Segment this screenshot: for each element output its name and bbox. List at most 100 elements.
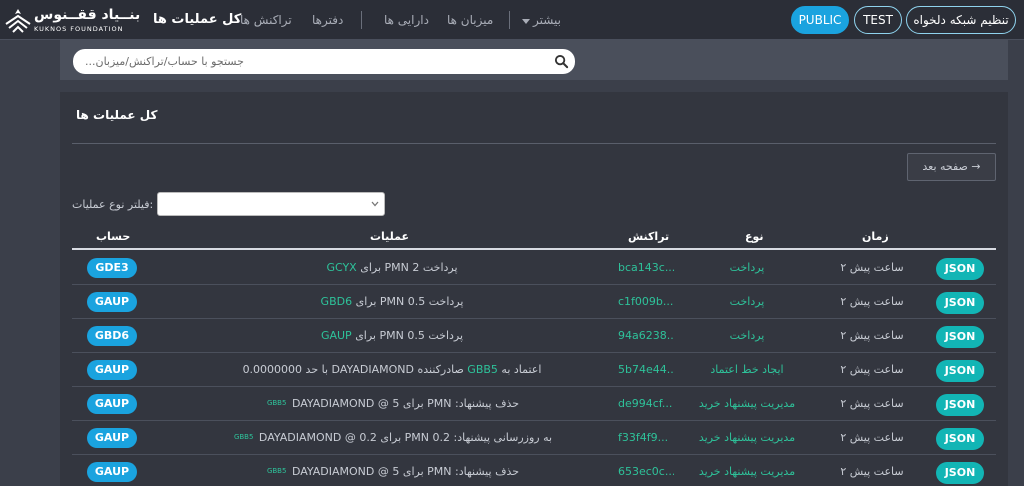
operation-type-link[interactable]: مدیریت پیشنهاد خرید — [682, 387, 812, 420]
account-badge[interactable]: GAUP — [87, 462, 137, 482]
brand-name-en: KUKNOS FOUNDATION — [34, 25, 124, 33]
nav-divider — [361, 11, 362, 29]
col-header-account: حساب — [96, 230, 131, 243]
operation-text: اعتماد به — [501, 363, 542, 376]
operation-text: پرداخت 0.5 PMN برای — [355, 295, 464, 308]
kuknos-logo-icon — [5, 9, 31, 33]
nav-assets[interactable]: دارایی ها — [384, 0, 429, 40]
operation-cell: حذف پیشنهاد: PMN برای 5 @ GBB5 DAYADIAMO… — [222, 455, 562, 486]
account-badge[interactable]: GBD6 — [87, 326, 137, 346]
operation-text: پرداخت 2 PMN برای — [360, 261, 458, 274]
brand-logo[interactable]: بنــیاد ققــنوس KUKNOS FOUNDATION — [4, 4, 140, 36]
filter-label: فیلتر نوع عملیات: — [72, 198, 154, 211]
operation-type-link[interactable]: مدیریت پیشنهاد خرید — [682, 421, 812, 454]
nav-transactions[interactable]: تراکنش ها — [240, 0, 292, 40]
search-icon[interactable] — [554, 54, 569, 69]
transaction-link[interactable]: bca143c... — [618, 251, 674, 284]
nav-more-label: بیشتر — [533, 13, 561, 27]
time-cell: ساعت پیش ۲ — [840, 397, 904, 410]
asset-issuer-tag[interactable]: GBB5 — [267, 399, 286, 407]
table-header-line — [72, 248, 996, 250]
json-button[interactable]: JSON — [936, 258, 984, 280]
operation-type-link[interactable]: مدیریت پیشنهاد خرید — [682, 455, 812, 486]
table-row: GDE3 پرداخت 2 PMN برای GCYX bca143c... پردا… — [72, 251, 996, 285]
account-badge[interactable]: GDE3 — [87, 258, 137, 278]
operation-text: پرداخت 0.5 PMN برای — [355, 329, 464, 342]
json-button[interactable]: JSON — [936, 462, 984, 484]
transaction-link[interactable]: de994cf... — [618, 387, 674, 420]
top-navbar: بنــیاد ققــنوس KUKNOS FOUNDATION کل عمل… — [0, 0, 1024, 40]
operation-type-select[interactable] — [157, 192, 385, 216]
operation-type-link[interactable]: ایجاد خط اعتماد — [682, 353, 812, 386]
time-cell: ساعت پیش ۲ — [840, 295, 904, 308]
table-row: GBD6 پرداخت 0.5 PMN برای GAUP 94a6238... پر… — [72, 319, 996, 353]
operation-text-suffix: DAYADIAMOND — [258, 431, 342, 444]
network-test-button[interactable]: TEST — [854, 6, 902, 34]
json-button[interactable]: JSON — [936, 292, 984, 314]
transaction-link[interactable]: 5b74e44... — [618, 353, 674, 386]
operation-cell: پرداخت 0.5 PMN برای GAUP — [222, 319, 562, 352]
brand-name-fa: بنــیاد ققــنوس — [34, 7, 141, 23]
account-link[interactable]: GBD6 — [321, 295, 353, 308]
transaction-link[interactable]: c1f009b... — [618, 285, 674, 318]
table-row: GAUP پرداخت 0.5 PMN برای GBD6 c1f009b... پر… — [72, 285, 996, 319]
col-header-type: نوع — [745, 230, 764, 243]
time-cell: ساعت پیش ۲ — [840, 363, 904, 376]
nav-ledgers[interactable]: دفترها — [312, 0, 343, 40]
time-cell: ساعت پیش ۲ — [840, 261, 904, 274]
table-row: GAUP به روزرسانی پیشنهاد: 0.2 PMN برای 0.… — [72, 421, 996, 455]
col-header-operation: عملیات — [370, 230, 410, 243]
json-button[interactable]: JSON — [936, 326, 984, 348]
account-badge[interactable]: GAUP — [87, 394, 137, 414]
chevron-down-icon — [371, 201, 379, 207]
search-input[interactable] — [85, 53, 545, 70]
nav-more[interactable]: بیشتر — [522, 0, 561, 40]
transaction-link[interactable]: 94a6238... — [618, 319, 674, 352]
json-button[interactable]: JSON — [936, 394, 984, 416]
panel-title: کل عملیات ها — [76, 108, 158, 122]
transaction-link[interactable]: f33f4f9... — [618, 421, 674, 454]
search-bar[interactable] — [73, 49, 575, 74]
operation-type-link[interactable]: پرداخت — [682, 251, 812, 284]
col-header-time: زمان — [862, 230, 889, 243]
custom-network-button[interactable]: تنظیم شبکه دلخواه — [906, 6, 1016, 34]
network-public-button[interactable]: PUBLIC — [791, 6, 849, 34]
nav-hosts[interactable]: میزبان ها — [447, 0, 493, 40]
table-row: GAUP اعتماد به GBB5 صادرکننده DAYADIAMOND… — [72, 353, 996, 387]
panel-divider — [72, 143, 996, 144]
operation-cell: حذف پیشنهاد: PMN برای 5 @ GBB5 DAYADIAMO… — [222, 387, 562, 420]
account-link[interactable]: GCYX — [326, 261, 356, 274]
operation-text: به روزرسانی پیشنهاد: 0.2 PMN برای 0.2 @ — [344, 431, 553, 444]
account-badge[interactable]: GAUP — [87, 360, 137, 380]
operation-type-link[interactable]: پرداخت — [682, 285, 812, 318]
operation-text-suffix: صادرکننده DAYADIAMOND با حد 0.0000000 — [242, 363, 464, 376]
time-cell: ساعت پیش ۲ — [840, 329, 904, 342]
operation-cell: اعتماد به GBB5 صادرکننده DAYADIAMOND با … — [222, 353, 562, 386]
operation-type-link[interactable]: پرداخت — [682, 319, 812, 352]
account-link[interactable]: GBB5 — [467, 363, 498, 376]
caret-down-icon — [522, 18, 530, 24]
asset-issuer-tag[interactable]: GBB5 — [234, 433, 253, 441]
operation-text: حذف پیشنهاد: PMN برای 5 @ — [377, 465, 520, 478]
next-page-button[interactable]: صفحه بعد → — [907, 153, 996, 181]
operation-text-suffix: DAYADIAMOND — [291, 465, 375, 478]
account-badge[interactable]: GAUP — [87, 292, 137, 312]
operation-text-suffix: DAYADIAMOND — [291, 397, 375, 410]
col-header-transaction: تراکنش — [628, 230, 670, 243]
nav-divider — [509, 11, 510, 29]
operation-cell: پرداخت 0.5 PMN برای GBD6 — [222, 285, 562, 318]
operation-cell: به روزرسانی پیشنهاد: 0.2 PMN برای 0.2 @ … — [222, 421, 562, 454]
json-button[interactable]: JSON — [936, 360, 984, 382]
table-row: GAUP حذف پیشنهاد: PMN برای 5 @ GBB5 DAYAD… — [72, 387, 996, 421]
json-button[interactable]: JSON — [936, 428, 984, 450]
time-cell: ساعت پیش ۲ — [840, 431, 904, 444]
nav-all-operations[interactable]: کل عملیات ها — [153, 0, 241, 40]
table-row: GAUP حذف پیشنهاد: PMN برای 5 @ GBB5 DAYAD… — [72, 455, 996, 486]
asset-issuer-tag[interactable]: GBB5 — [267, 467, 286, 475]
account-badge[interactable]: GAUP — [87, 428, 137, 448]
operation-text: حذف پیشنهاد: PMN برای 5 @ — [377, 397, 520, 410]
time-cell: ساعت پیش ۲ — [840, 465, 904, 478]
transaction-link[interactable]: 653ec0c... — [618, 455, 674, 486]
account-link[interactable]: GAUP — [321, 329, 352, 342]
operation-cell: پرداخت 2 PMN برای GCYX — [222, 251, 562, 284]
